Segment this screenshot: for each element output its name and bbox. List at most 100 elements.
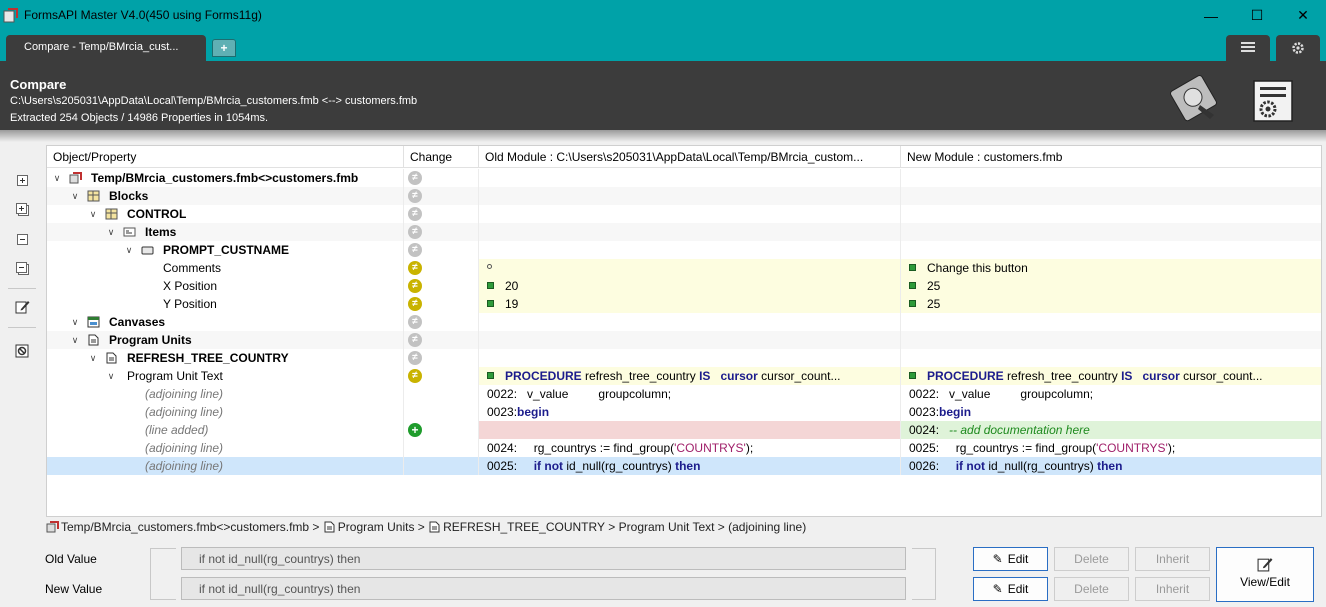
not-equal-icon: ≠ bbox=[408, 207, 422, 221]
table-row[interactable]: Y Position ≠ 19 25 bbox=[47, 295, 1321, 313]
value-icon bbox=[487, 282, 494, 289]
chevron-down-icon[interactable]: ∨ bbox=[105, 223, 117, 241]
hard-disk-icon[interactable] bbox=[1170, 75, 1222, 123]
table-row[interactable]: (adjoining line) 0023:begin 0023:begin bbox=[47, 403, 1321, 421]
list-icon bbox=[1241, 42, 1255, 52]
items-icon bbox=[123, 227, 136, 237]
tab-settings-button[interactable] bbox=[1276, 35, 1320, 61]
tab-compare[interactable]: Compare - Temp/BMrcia_cust... bbox=[6, 35, 206, 61]
column-header-old-module[interactable]: Old Module : C:\Users\s205031\AppData\Lo… bbox=[479, 146, 901, 168]
breadcrumb-separator: > bbox=[309, 520, 323, 534]
breadcrumb-separator: > bbox=[604, 520, 619, 534]
column-header-change[interactable]: Change bbox=[404, 146, 479, 168]
tree-node-label: Canvases bbox=[109, 315, 166, 329]
chevron-down-icon[interactable]: ∨ bbox=[69, 331, 81, 349]
edit-old-button[interactable]: ✎ Edit bbox=[973, 547, 1048, 571]
collapse-icon[interactable] bbox=[13, 230, 31, 248]
breadcrumb-item[interactable]: Program Unit Text bbox=[619, 520, 715, 534]
chevron-down-icon[interactable]: ∨ bbox=[105, 367, 117, 385]
chevron-down-icon[interactable]: ∨ bbox=[123, 241, 135, 259]
canvases-icon bbox=[87, 316, 100, 328]
table-row[interactable]: ∨ REFRESH_TREE_COUNTRY ≠ bbox=[47, 349, 1321, 367]
settings-sheet-icon[interactable] bbox=[1248, 77, 1300, 125]
not-equal-icon: ≠ bbox=[408, 261, 422, 275]
button-item-icon bbox=[141, 246, 154, 255]
table-row[interactable]: ∨ Items ≠ bbox=[47, 223, 1321, 241]
delete-old-button[interactable]: Delete bbox=[1054, 547, 1129, 571]
new-code-line: 0022: v_value groupcolumn; bbox=[909, 387, 1094, 401]
line-status-label: (adjoining line) bbox=[145, 387, 224, 401]
value-icon bbox=[909, 282, 916, 289]
collapse-all-icon[interactable] bbox=[13, 259, 31, 277]
line-status-label: (adjoining line) bbox=[145, 405, 224, 419]
tab-list-button[interactable] bbox=[1226, 35, 1270, 61]
table-row-selected[interactable]: (adjoining line) 0025: if not id_null(rg… bbox=[47, 457, 1321, 475]
table-row[interactable]: Comments ≠ Change this button bbox=[47, 259, 1321, 277]
line-status-label: (adjoining line) bbox=[145, 459, 224, 473]
chevron-down-icon[interactable]: ∨ bbox=[69, 313, 81, 331]
not-equal-icon: ≠ bbox=[408, 369, 422, 383]
inherit-new-button[interactable]: Inherit bbox=[1135, 577, 1210, 601]
window-title: FormsAPI Master V4.0(450 using Forms11g) bbox=[24, 8, 262, 22]
old-code-line: 0024: rg_countrys := find_group('COUNTRY… bbox=[487, 441, 754, 455]
table-row[interactable]: ∨ CONTROL ≠ bbox=[47, 205, 1321, 223]
not-equal-icon: ≠ bbox=[408, 279, 422, 293]
chevron-down-icon[interactable]: ∨ bbox=[87, 205, 99, 223]
column-header-object-property[interactable]: Object/Property bbox=[47, 146, 404, 168]
toolbar-divider bbox=[8, 288, 36, 289]
chevron-down-icon[interactable]: ∨ bbox=[87, 349, 99, 367]
breadcrumb-item[interactable]: Program Units bbox=[338, 520, 415, 534]
compare-header: Compare C:\Users\s205031\AppData\Local\T… bbox=[0, 61, 1326, 130]
edit-sheet-icon bbox=[1257, 558, 1273, 572]
value-bracket-right bbox=[912, 548, 936, 600]
view-edit-button[interactable]: View/Edit bbox=[1216, 547, 1314, 602]
delete-new-button[interactable]: Delete bbox=[1054, 577, 1129, 601]
column-header-new-module[interactable]: New Module : customers.fmb bbox=[901, 146, 1321, 168]
maximize-button[interactable]: ☐ bbox=[1234, 0, 1280, 31]
table-row[interactable]: X Position ≠ 20 25 bbox=[47, 277, 1321, 295]
breadcrumb: Temp/BMrcia_customers.fmb<>customers.fmb… bbox=[46, 519, 806, 535]
table-row[interactable]: ∨ Canvases ≠ bbox=[47, 313, 1321, 331]
new-code-line: 0023:begin bbox=[909, 405, 972, 419]
not-equal-icon: ≠ bbox=[408, 189, 422, 203]
table-row[interactable]: (adjoining line) 0024: rg_countrys := fi… bbox=[47, 439, 1321, 457]
old-code-line: PROCEDURE refresh_tree_country IS cursor… bbox=[505, 369, 841, 383]
new-value-field[interactable]: if not id_null(rg_countrys) then bbox=[181, 577, 906, 600]
chevron-down-icon[interactable]: ∨ bbox=[51, 169, 63, 187]
old-value-field[interactable]: if not id_null(rg_countrys) then bbox=[181, 547, 906, 570]
tree-node-label: REFRESH_TREE_COUNTRY bbox=[127, 351, 289, 365]
add-tab-button[interactable]: + bbox=[212, 39, 236, 57]
table-row[interactable]: (adjoining line) 0022: v_value groupcolu… bbox=[47, 385, 1321, 403]
edit-new-button[interactable]: ✎ Edit bbox=[973, 577, 1048, 601]
tab-strip: Compare - Temp/BMrcia_cust... + bbox=[0, 31, 1326, 61]
table-row[interactable]: ∨ Program Unit Text ≠ PROCEDURE refresh_… bbox=[47, 367, 1321, 385]
line-status-label: (adjoining line) bbox=[145, 441, 224, 455]
breadcrumb-item[interactable]: Temp/BMrcia_customers.fmb<>customers.fmb bbox=[61, 520, 309, 534]
compare-grid: Object/Property Change Old Module : C:\U… bbox=[46, 145, 1322, 517]
left-toolbar bbox=[0, 146, 46, 516]
expand-all-icon[interactable] bbox=[13, 200, 31, 218]
minimize-button[interactable]: — bbox=[1188, 0, 1234, 31]
gear-icon bbox=[1292, 42, 1304, 54]
chevron-down-icon[interactable]: ∨ bbox=[69, 187, 81, 205]
old-code-line: 0023:begin bbox=[487, 405, 550, 419]
program-unit-icon bbox=[106, 352, 117, 364]
new-code-line: 0024: -- add documentation here bbox=[909, 423, 1090, 437]
edit-icon[interactable] bbox=[13, 297, 31, 315]
table-row[interactable]: ∨ Blocks ≠ bbox=[47, 187, 1321, 205]
clear-filter-icon[interactable] bbox=[13, 342, 31, 360]
table-row[interactable]: ∨ Program Units ≠ bbox=[47, 331, 1321, 349]
title-bar: FormsAPI Master V4.0(450 using Forms11g)… bbox=[0, 0, 1326, 31]
inherit-old-button[interactable]: Inherit bbox=[1135, 547, 1210, 571]
breadcrumb-item[interactable]: REFRESH_TREE_COUNTRY bbox=[443, 520, 605, 534]
old-value: 19 bbox=[505, 297, 519, 311]
table-row[interactable]: ∨ PROMPT_CUSTNAME ≠ bbox=[47, 241, 1321, 259]
form-module-icon bbox=[69, 172, 82, 184]
breadcrumb-item[interactable]: (adjoining line) bbox=[728, 520, 806, 534]
breadcrumb-separator: > bbox=[414, 520, 429, 534]
line-status-label: (line added) bbox=[145, 423, 209, 437]
table-row[interactable]: ∨ Temp/BMrcia_customers.fmb<>customers.f… bbox=[47, 169, 1321, 187]
expand-icon[interactable] bbox=[13, 171, 31, 189]
table-row[interactable]: (line added) + 0024: -- add documentatio… bbox=[47, 421, 1321, 439]
close-button[interactable]: ✕ bbox=[1280, 0, 1326, 31]
